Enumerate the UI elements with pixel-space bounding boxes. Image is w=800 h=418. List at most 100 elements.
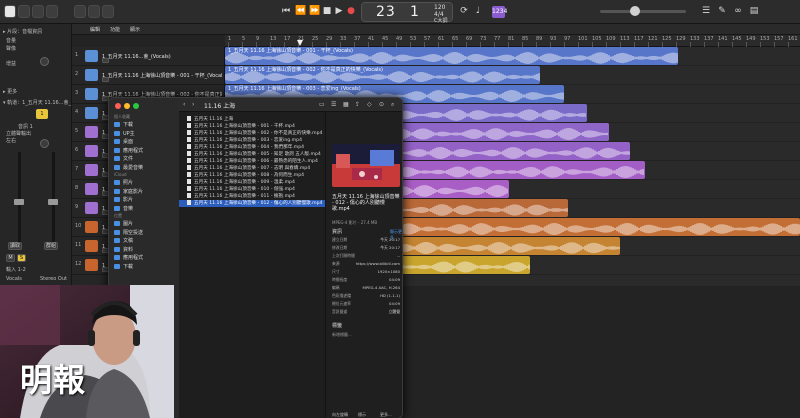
folder-icon[interactable]: ▭ — [319, 101, 325, 108]
read-button[interactable]: 讀取 — [8, 242, 22, 250]
back-nav-icon[interactable]: ‹ — [183, 101, 185, 108]
metronome-icon[interactable]: ♩ — [472, 4, 484, 18]
track-name[interactable]: 1_五月天 11.16 上海徐山頂音樂 - 001 - 干杯_(Vocals) — [102, 72, 222, 79]
file-row[interactable]: 五月天 11.16 上海徐山頂音樂 - 005 - 知足 歌詞 五人版.mp4 — [179, 151, 325, 158]
solo-button[interactable]: S — [17, 254, 26, 262]
file-row[interactable]: 五月天 11.16 上海徐山頂音樂 - 011 - 擁抱.mp4 — [179, 193, 325, 200]
list-editor-icon[interactable]: ☰ — [700, 4, 712, 18]
loops-icon[interactable]: ∞ — [732, 4, 744, 18]
view-list-icon[interactable]: ☰ — [331, 101, 336, 108]
mute-button[interactable] — [102, 58, 109, 63]
cpu-badge[interactable]: 1234 — [492, 6, 507, 18]
tags-hint[interactable]: 新增標籤... — [332, 332, 352, 338]
sidebar-item[interactable]: UP主 — [114, 130, 178, 138]
track-header[interactable]: ▾ 軌道：1_五月天 11.16...會_(Vocals) — [3, 99, 71, 106]
channel-fader-cap[interactable] — [14, 199, 24, 205]
sidebar-item[interactable]: 下載 — [114, 263, 178, 271]
action-icon[interactable]: ⊙ — [379, 101, 384, 108]
minimize-window-icon[interactable] — [124, 103, 130, 109]
track-header[interactable]: 2 1_五月天 11.16 上海徐山頂音樂 - 001 - 干杯_(Vocals) — [72, 66, 225, 85]
file-row[interactable]: 五月天 11.16 上海 — [179, 116, 325, 123]
plugin-slot[interactable]: 1 — [36, 109, 48, 119]
finder-title: 11.16 上海 — [204, 103, 236, 110]
forward-icon[interactable]: ⏩ — [309, 4, 321, 18]
scissors-button[interactable] — [102, 5, 114, 18]
file-row[interactable]: 五月天 11.16 上海徐山頂音樂 - 010 - 倔強.mp4 — [179, 186, 325, 193]
output-fader-track[interactable] — [52, 152, 55, 242]
sidebar-item[interactable]: 桌面 — [114, 138, 178, 146]
rewind-icon[interactable]: ⏮ — [280, 4, 292, 18]
output-fader-cap[interactable] — [48, 199, 58, 205]
ruler-label: 161 — [788, 36, 798, 42]
sidebar-item[interactable]: 應用程式 — [114, 147, 178, 155]
close-window-icon[interactable] — [115, 103, 121, 109]
info-row: 音訊聲道 立體聲 — [332, 309, 400, 315]
file-row[interactable]: 五月天 11.16 上海徐山頂音樂 - 003 - 恋爱ing.mp4 — [179, 137, 325, 144]
lcd-display[interactable]: 23 1 120 4/4 C大調 — [361, 2, 453, 24]
master-volume-slider[interactable] — [600, 6, 686, 16]
track-header[interactable]: 1 1_五月天 11.16...會_(Vocals) — [72, 47, 225, 66]
markup-action[interactable]: 標示 — [358, 412, 366, 418]
play-icon[interactable]: ▶ — [333, 4, 345, 18]
file-row[interactable]: 五月天 11.16 上海徐山頂音樂 - 009 - 溫柔.mp4 — [179, 179, 325, 186]
tag-icon[interactable]: ◇ — [367, 101, 372, 108]
audio-region[interactable]: 1_五月天 11.16 上海徐山頂音樂 - 002 - 你不是真正的快樂_(Vo… — [225, 66, 540, 84]
search-icon[interactable]: ⌕ — [391, 101, 394, 109]
mute-button[interactable]: M — [6, 254, 15, 262]
sidebar-item[interactable]: 文件 — [114, 155, 178, 163]
rotate-left-action[interactable]: 向左旋轉 — [332, 412, 348, 418]
sidebar-item[interactable]: 資料 — [114, 246, 178, 254]
track-lane[interactable]: 1_五月天 11.16 上海徐山頂音樂 - 001 - 干杯_(Vocals) — [225, 47, 800, 66]
library-button[interactable] — [4, 5, 16, 18]
track-lane[interactable]: 1_五月天 11.16 上海徐山頂音樂 - 002 - 你不是真正的快樂_(Vo… — [225, 66, 800, 85]
forward-nav-icon[interactable]: › — [192, 101, 194, 108]
mute-button[interactable] — [102, 77, 109, 82]
file-row[interactable]: 五月天 11.16 上海徐山頂音樂 - 008 - 為何而生.mp4 — [179, 172, 325, 179]
stop-icon[interactable]: ■ — [321, 4, 333, 18]
channel-fader-track[interactable] — [18, 152, 21, 242]
toolbar-button[interactable] — [46, 5, 58, 18]
file-row[interactable]: 五月天 11.16 上海徐山頂音樂 - 006 - 最熟悉的陌生人.mp4 — [179, 158, 325, 165]
region-header[interactable]: ▸ 片段：音檔資訊 — [3, 28, 42, 35]
view-grid-icon[interactable]: ▦ — [343, 101, 349, 108]
view-menu[interactable]: 顯示 — [130, 26, 140, 33]
zoom-window-icon[interactable] — [133, 103, 139, 109]
sidebar-item[interactable]: 影片 — [114, 196, 178, 204]
sidebar-item[interactable]: 下載 — [114, 121, 178, 129]
gain-knob[interactable] — [40, 57, 49, 66]
more-action[interactable]: 更多... — [380, 412, 392, 418]
sidebar-item[interactable]: 應用程式 — [114, 254, 178, 262]
editors-button[interactable] — [88, 5, 100, 18]
pan-knob[interactable] — [40, 139, 49, 148]
back-icon[interactable]: ⏪ — [295, 4, 307, 18]
browser-icon[interactable]: ▤ — [748, 4, 760, 18]
notes-icon[interactable]: ✎ — [716, 4, 728, 18]
file-row[interactable]: 五月天 11.16 上海徐山頂音樂 - 001 - 干杯.mp4 — [179, 123, 325, 130]
file-row[interactable]: 五月天 11.16 上海徐山頂音樂 - 002 - 你不是真正的快樂.mp4 — [179, 130, 325, 137]
mixer-button[interactable] — [74, 5, 86, 18]
file-row[interactable]: 五月天 11.16 上海徐山頂音樂 - 012 - 傷心的人別聽慢歌.mp4 — [179, 200, 325, 207]
sidebar-item[interactable]: 圖片 — [114, 220, 178, 228]
sidebar-item[interactable]: 照片 — [114, 179, 178, 187]
track-name[interactable]: 1_五月天 11.16...會_(Vocals) — [102, 53, 171, 60]
sidebar-item[interactable]: 最愛音樂 — [114, 164, 178, 172]
ruler[interactable]: 1 5 9 13 17 21 25 29 33 37 41 45 49 53 57 61 65 69 73 77 81 8… — [225, 35, 800, 47]
master-volume-knob[interactable] — [630, 6, 640, 16]
cycle-icon[interactable]: ⟳ — [458, 4, 470, 18]
record-icon[interactable]: ● — [345, 4, 357, 18]
functions-menu[interactable]: 功能 — [110, 26, 120, 33]
sidebar-item[interactable]: 音樂 — [114, 205, 178, 213]
sidebar-item[interactable]: 家庭影片 — [114, 188, 178, 196]
edit-menu[interactable]: 編輯 — [90, 26, 100, 33]
more-row[interactable]: ▸ 更多 — [3, 88, 17, 95]
share-icon[interactable]: ⇪ — [355, 101, 360, 108]
sidebar-item[interactable]: 隔空投送 — [114, 229, 178, 237]
group-button[interactable]: 群組 — [44, 242, 58, 250]
file-row[interactable]: 五月天 11.16 上海徐山頂音樂 - 007 - 志明 與春嬌.mp4 — [179, 165, 325, 172]
sidebar-item[interactable]: 文稿 — [114, 237, 178, 245]
audio-region[interactable]: 1_五月天 11.16 上海徐山頂音樂 - 001 - 干杯_(Vocals) — [225, 47, 678, 65]
inspector-button[interactable] — [18, 5, 30, 18]
quick-help-button[interactable] — [32, 5, 44, 18]
track-icon — [85, 145, 98, 157]
file-row[interactable]: 五月天 11.16 上海徐山頂音樂 - 004 - 我們那年.mp4 — [179, 144, 325, 151]
